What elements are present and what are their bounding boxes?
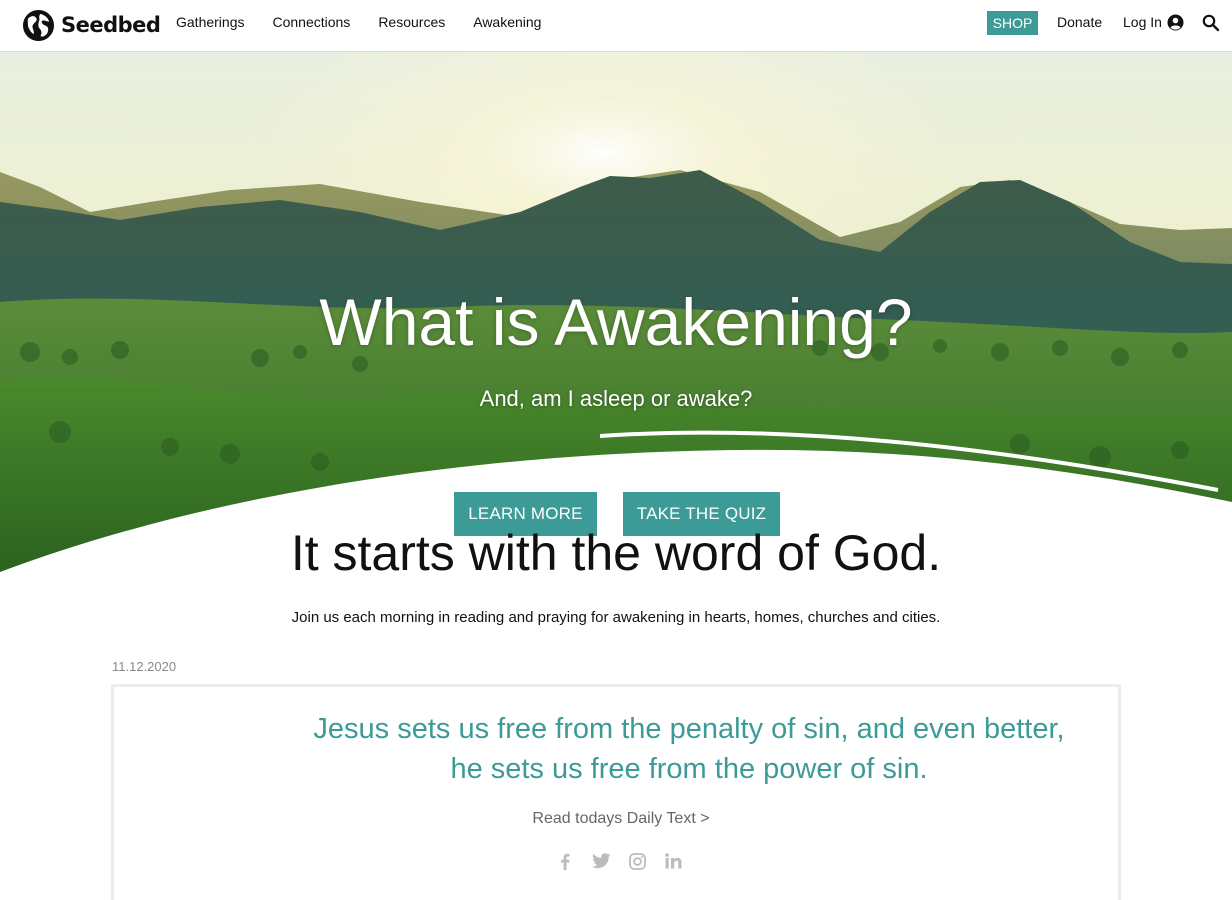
daily-text-date: 11.12.2020 — [112, 659, 177, 674]
user-icon — [1167, 14, 1184, 30]
instagram-icon[interactable] — [626, 850, 648, 872]
nav-awakening[interactable]: Awakening — [473, 14, 541, 30]
section-headline: It starts with the word of God. — [290, 525, 942, 581]
daily-text-card: Jesus sets us free from the penalty of s… — [111, 684, 1121, 900]
quote-line-1: Jesus sets us free from the penalty of s… — [313, 713, 1065, 745]
hero-title: What is Awakening? — [319, 285, 913, 359]
login-label: Log In — [1123, 14, 1162, 30]
shop-button[interactable]: SHOP — [987, 11, 1038, 35]
quote-line-2: he sets us free from the power of sin. — [450, 753, 928, 785]
read-daily-text-link[interactable]: Read todays Daily Text > — [116, 810, 1126, 828]
search-icon[interactable] — [1201, 13, 1221, 33]
brand-name: Seedbed — [61, 13, 161, 37]
donate-link[interactable]: Donate — [1057, 0, 1102, 44]
facebook-icon[interactable] — [554, 850, 576, 872]
login-link[interactable]: Log In — [1123, 0, 1184, 44]
daily-text-quote: Jesus sets us free from the penalty of s… — [114, 709, 1124, 789]
linkedin-icon[interactable] — [662, 850, 684, 872]
site-header: Seedbed Gatherings Connections Resources… — [0, 0, 1232, 52]
nav-resources[interactable]: Resources — [378, 14, 445, 30]
section-intro: Join us each morning in reading and pray… — [291, 609, 941, 626]
nav-gatherings[interactable]: Gatherings — [176, 14, 244, 30]
nav-connections[interactable]: Connections — [272, 14, 350, 30]
hero-subtitle: And, am I asleep or awake? — [479, 386, 753, 411]
globe-logo-icon — [22, 9, 55, 41]
main-nav: Gatherings Connections Resources Awakeni… — [176, 0, 541, 44]
social-share-bar — [554, 850, 684, 872]
twitter-icon[interactable] — [590, 850, 612, 872]
seedbed-logo[interactable]: Seedbed — [22, 7, 161, 43]
